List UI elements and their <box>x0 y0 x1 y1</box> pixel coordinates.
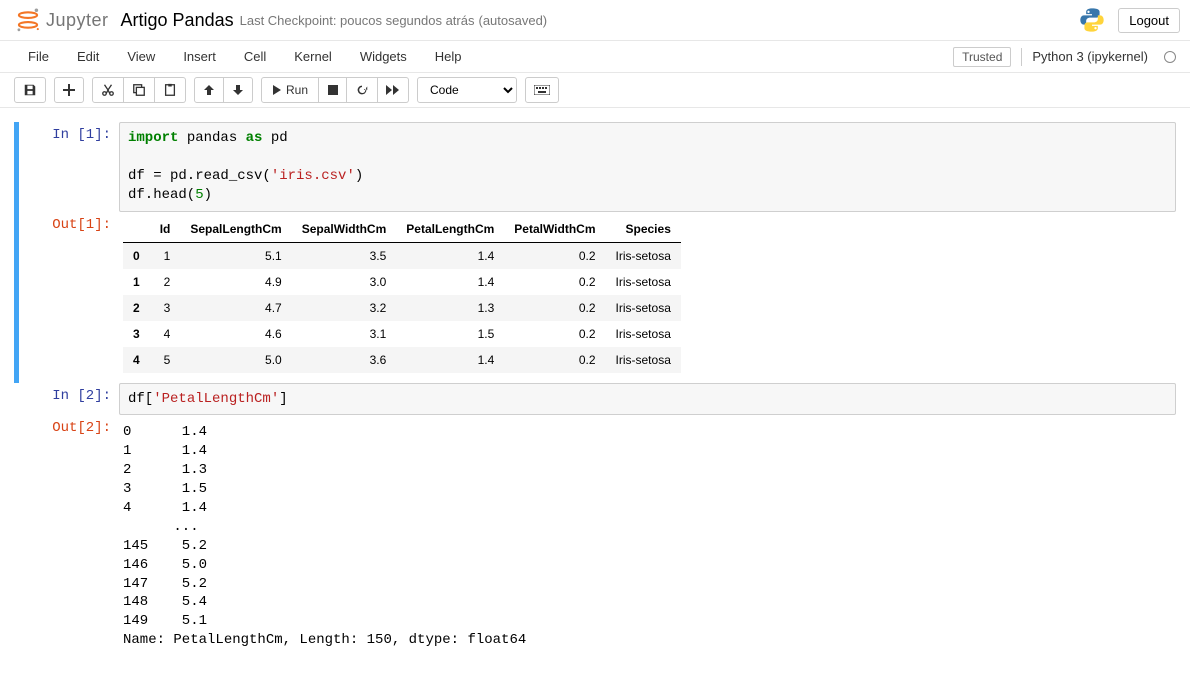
stop-icon <box>328 85 338 95</box>
save-button[interactable] <box>14 77 46 103</box>
copy-icon <box>132 83 146 97</box>
move-up-button[interactable] <box>194 77 224 103</box>
checkpoint-status: Last Checkpoint: poucos segundos atrás <box>240 13 475 28</box>
kernel-status-icon <box>1164 51 1176 63</box>
keyboard-icon <box>534 85 550 95</box>
autosave-status: (autosaved) <box>478 13 547 28</box>
output-prompt: Out[1]: <box>19 212 119 377</box>
table-header: Species <box>606 216 681 243</box>
python-icon <box>1078 6 1106 34</box>
table-header: PetalLengthCm <box>396 216 504 243</box>
arrow-down-icon <box>232 84 244 96</box>
table-row: 455.03.61.40.2Iris-setosa <box>123 347 681 373</box>
menubar: File Edit View Insert Cell Kernel Widget… <box>0 41 1190 73</box>
arrow-up-icon <box>203 84 215 96</box>
table-row: 124.93.01.40.2Iris-setosa <box>123 269 681 295</box>
celltype-select[interactable]: Code <box>417 77 517 103</box>
input-prompt: In [2]: <box>19 383 119 416</box>
fast-forward-icon <box>386 85 400 95</box>
table-row: 344.63.11.50.2Iris-setosa <box>123 321 681 347</box>
trusted-indicator[interactable]: Trusted <box>953 47 1011 67</box>
jupyter-icon <box>14 6 42 34</box>
table-header: Id <box>150 216 181 243</box>
notebook-container: In [1]: import pandas as pd df = pd.read… <box>0 108 1190 678</box>
interrupt-button[interactable] <box>319 77 347 103</box>
table-header: PetalWidthCm <box>504 216 605 243</box>
run-label: Run <box>286 83 308 97</box>
restart-icon <box>355 83 369 97</box>
menu-insert[interactable]: Insert <box>169 43 230 70</box>
command-palette-button[interactable] <box>525 77 559 103</box>
table-header: SepalLengthCm <box>180 216 291 243</box>
table-header: SepalWidthCm <box>292 216 397 243</box>
save-icon <box>23 83 37 97</box>
output-prompt: Out[2]: <box>19 415 119 658</box>
move-down-button[interactable] <box>224 77 253 103</box>
menu-view[interactable]: View <box>113 43 169 70</box>
header: Jupyter Artigo Pandas Last Checkpoint: p… <box>0 0 1190 41</box>
restart-button[interactable] <box>347 77 378 103</box>
copy-button[interactable] <box>124 77 155 103</box>
table-row: 015.13.51.40.2Iris-setosa <box>123 242 681 269</box>
toolbar: Run Code <box>0 73 1190 108</box>
code-cell[interactable]: In [1]: import pandas as pd df = pd.read… <box>14 122 1176 383</box>
table-row: 234.73.21.30.2Iris-setosa <box>123 295 681 321</box>
jupyter-logo-text: Jupyter <box>46 10 109 31</box>
dataframe-output: IdSepalLengthCmSepalWidthCmPetalLengthCm… <box>123 216 681 373</box>
play-icon <box>272 85 282 95</box>
run-button[interactable]: Run <box>261 77 319 103</box>
menu-edit[interactable]: Edit <box>63 43 113 70</box>
paste-icon <box>163 83 177 97</box>
table-header <box>123 216 150 243</box>
logout-button[interactable]: Logout <box>1118 8 1180 33</box>
menu-cell[interactable]: Cell <box>230 43 280 70</box>
menu-help[interactable]: Help <box>421 43 476 70</box>
code-cell[interactable]: In [2]: df['PetalLengthCm'] Out[2]: 0 1.… <box>19 383 1176 659</box>
menu-kernel[interactable]: Kernel <box>280 43 346 70</box>
code-input[interactable]: import pandas as pd df = pd.read_csv('ir… <box>119 122 1176 212</box>
jupyter-logo[interactable]: Jupyter <box>14 6 109 34</box>
menu-file[interactable]: File <box>14 43 63 70</box>
cut-icon <box>101 83 115 97</box>
code-input[interactable]: df['PetalLengthCm'] <box>119 383 1176 416</box>
plus-icon <box>63 84 75 96</box>
restart-run-all-button[interactable] <box>378 77 409 103</box>
divider <box>1021 48 1022 66</box>
kernel-name[interactable]: Python 3 (ipykernel) <box>1032 49 1148 64</box>
text-output: 0 1.4 1 1.4 2 1.3 3 1.5 4 1.4 ... 145 5.… <box>123 419 1176 654</box>
add-cell-button[interactable] <box>54 77 84 103</box>
input-prompt: In [1]: <box>19 122 119 212</box>
notebook-name[interactable]: Artigo Pandas <box>121 10 234 31</box>
menu-widgets[interactable]: Widgets <box>346 43 421 70</box>
cut-button[interactable] <box>92 77 124 103</box>
paste-button[interactable] <box>155 77 186 103</box>
